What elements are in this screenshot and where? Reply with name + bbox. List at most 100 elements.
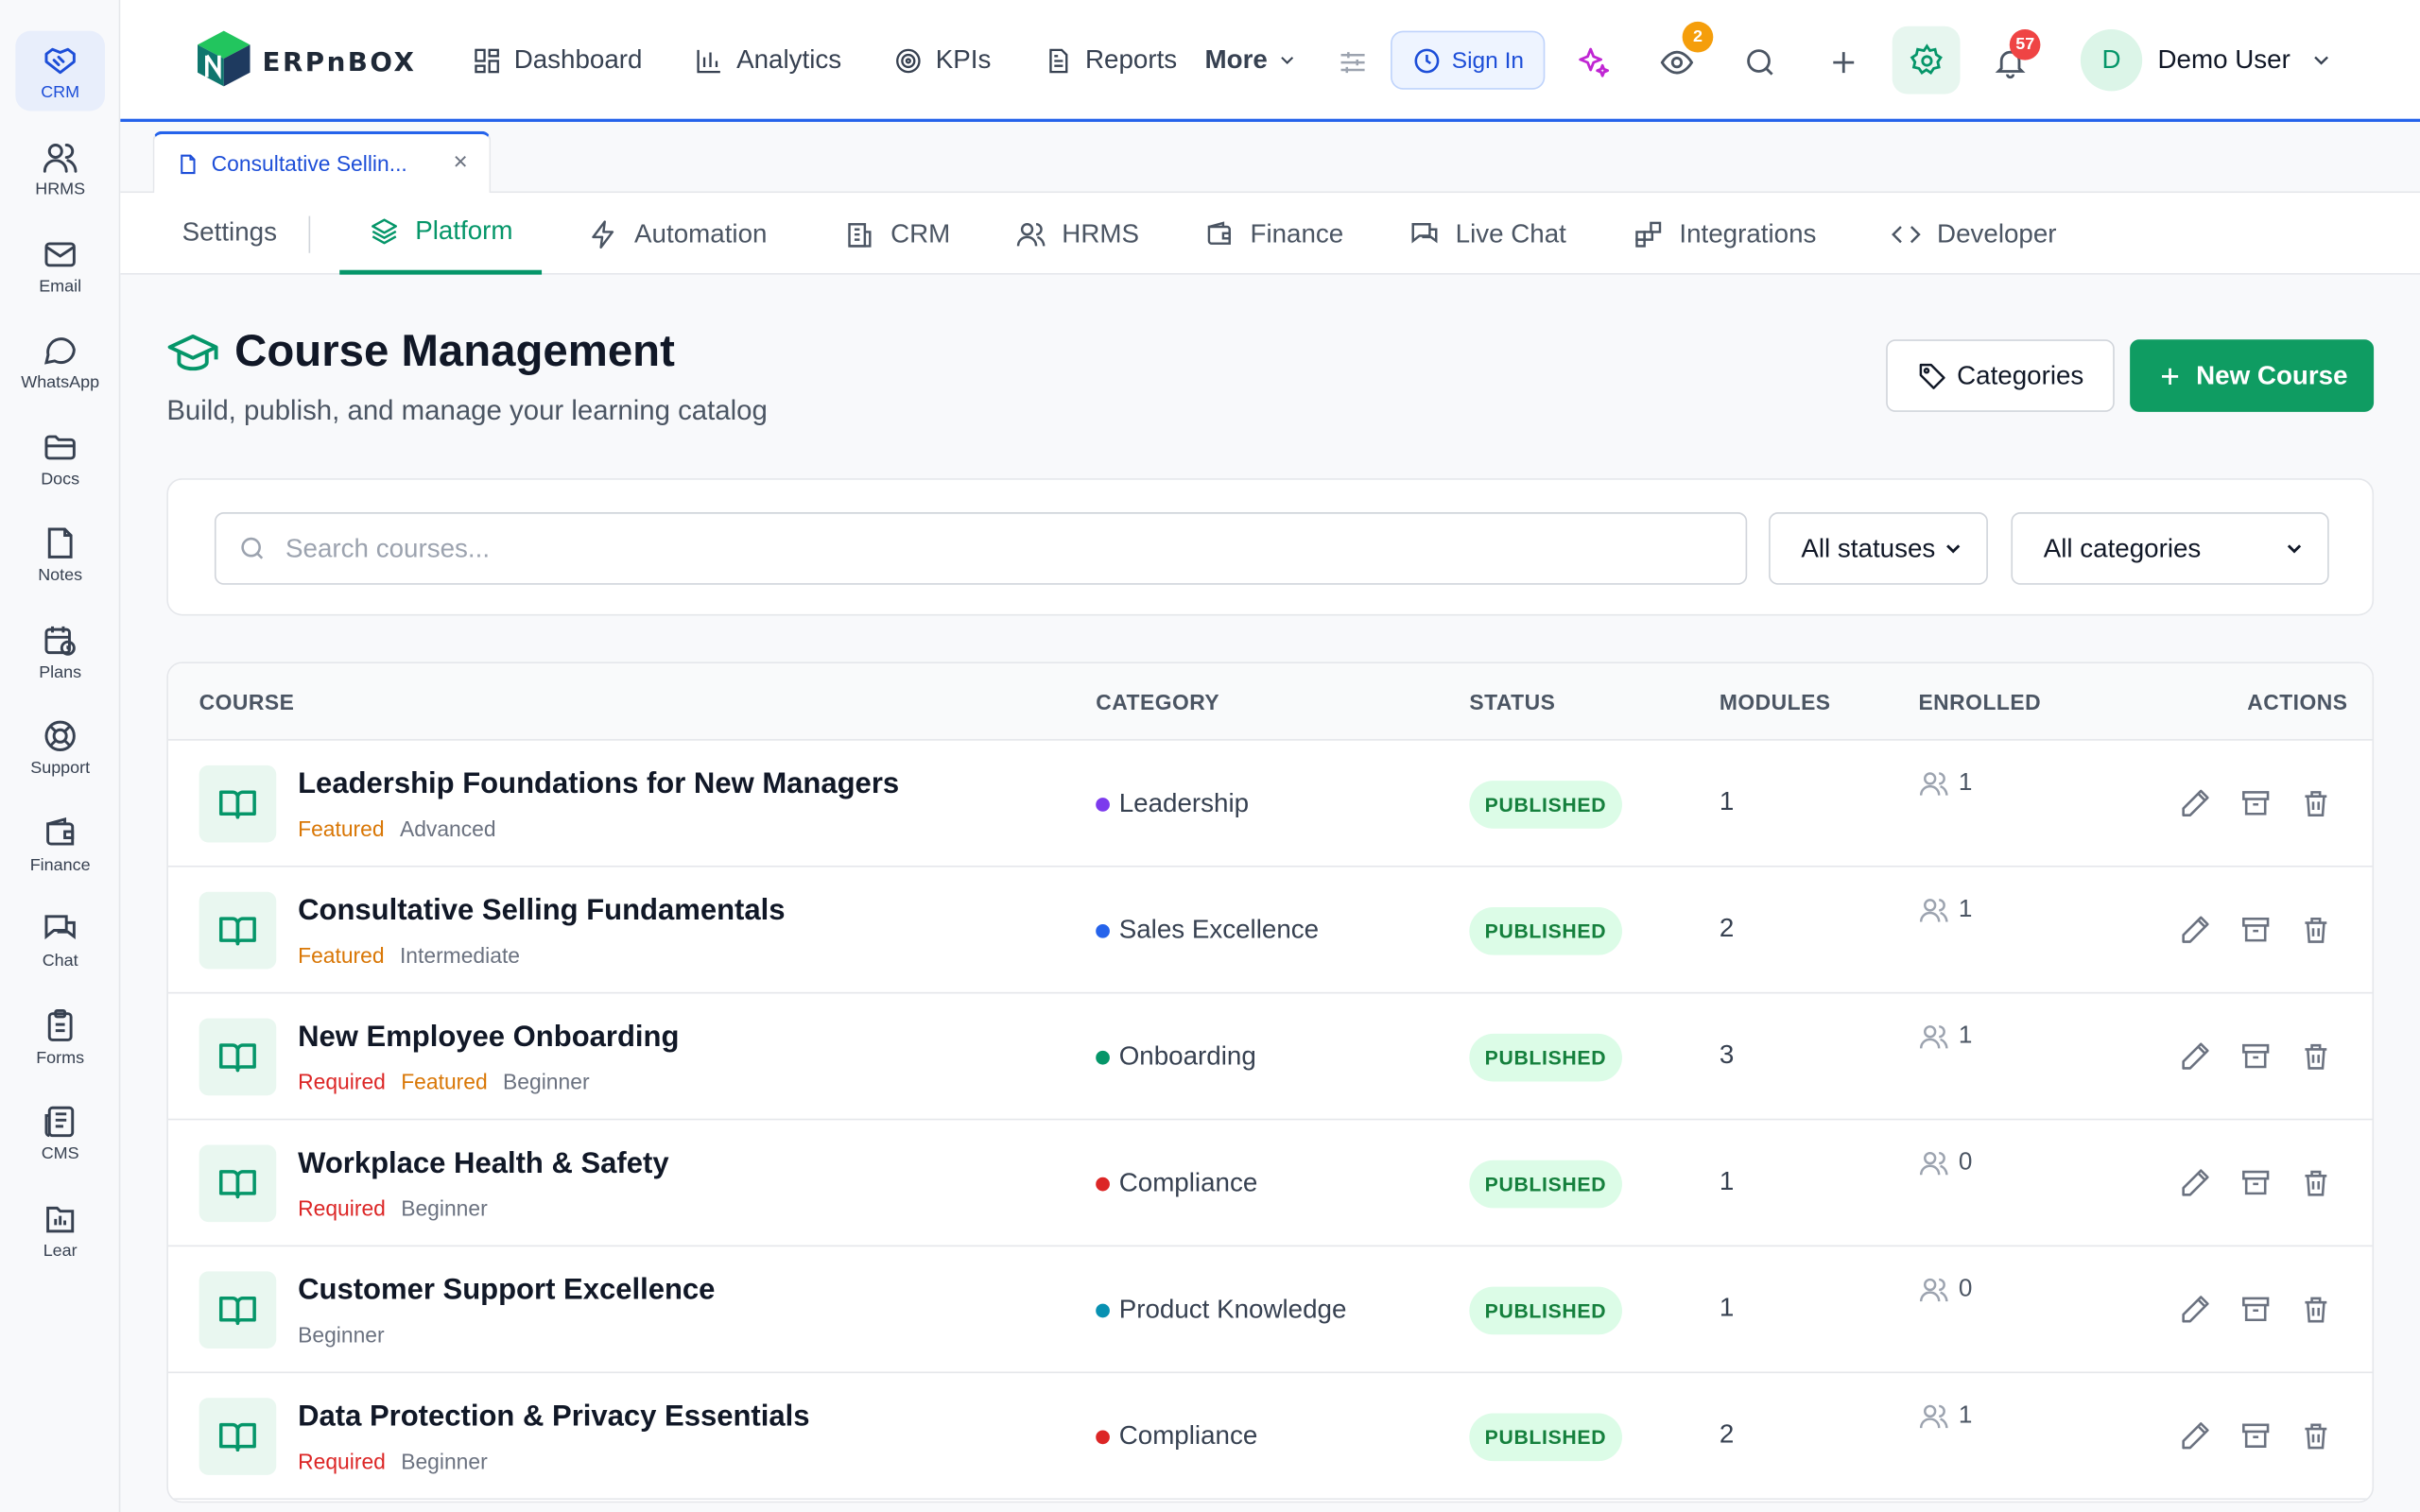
rail-item-notes[interactable]: Notes (15, 514, 105, 594)
edit-button[interactable] (2179, 1040, 2213, 1074)
settings-button[interactable] (1892, 26, 1961, 94)
status-filter-select[interactable]: All statuses (1769, 512, 1988, 585)
course-title[interactable]: Leadership Foundations for New Managers (298, 768, 899, 802)
edit-button[interactable] (2179, 914, 2213, 948)
sign-in-button[interactable]: Sign In (1391, 30, 1546, 90)
create-button[interactable] (1812, 31, 1874, 93)
watch-button[interactable]: 2 (1645, 21, 1714, 93)
search-box[interactable] (214, 512, 1748, 585)
search-icon (1746, 48, 1772, 75)
delete-button[interactable] (2300, 1293, 2334, 1327)
tab-crm[interactable]: CRM (844, 193, 950, 275)
column-header-enrolled[interactable]: ENROLLED (1918, 690, 2041, 714)
table-row[interactable]: Consultative Selling Fundamentals Feature… (167, 868, 2373, 994)
category-filter-select[interactable]: All categories (2011, 512, 2329, 585)
rail-item-plans[interactable]: Plans (15, 611, 105, 692)
column-header-status[interactable]: STATUS (1469, 690, 1555, 714)
tab-developer[interactable]: Developer (1891, 193, 2057, 275)
course-thumbnail (199, 1018, 277, 1096)
search-input[interactable] (285, 533, 1675, 564)
tab-live-chat[interactable]: Live Chat (1409, 193, 1566, 275)
chevron-down-icon (1281, 57, 1294, 65)
rail-item-hrms[interactable]: HRMS (15, 129, 105, 209)
delete-button[interactable] (2300, 1419, 2334, 1453)
course-tag-level: Beginner (298, 1322, 385, 1348)
delete-button[interactable] (2300, 914, 2334, 948)
nav-kpis[interactable]: KPIs (894, 44, 991, 76)
tab-finance[interactable]: Finance (1204, 193, 1343, 275)
table-header: COURSE CATEGORY STATUS MODULES ENROLLED … (167, 663, 2373, 741)
course-title[interactable]: Consultative Selling Fundamentals (298, 895, 785, 929)
doc-tab-consultative-selling[interactable]: Consultative Sellin... × (152, 130, 492, 194)
archive-button[interactable] (2239, 1419, 2273, 1453)
edit-button[interactable] (2179, 1293, 2213, 1327)
archive-icon (2242, 1043, 2270, 1069)
nav-reports[interactable]: Reports (1044, 44, 1177, 76)
close-icon[interactable]: × (453, 149, 467, 177)
edit-button[interactable] (2179, 1166, 2213, 1200)
table-row[interactable]: New Employee Onboarding Required Featured B… (167, 993, 2373, 1121)
table-row[interactable]: Data Protection & Privacy Essentials Requ… (167, 1373, 2373, 1500)
tab-integrations[interactable]: Integrations (1633, 193, 1816, 275)
customize-nav-button[interactable] (1322, 31, 1383, 93)
edit-button[interactable] (2179, 1419, 2213, 1453)
delete-button[interactable] (2300, 1166, 2334, 1200)
delete-button[interactable] (2300, 787, 2334, 821)
grid-icon (475, 47, 499, 73)
rail-item-whatsapp[interactable]: WhatsApp (15, 321, 105, 402)
users-icon (1919, 1404, 1948, 1429)
column-header-modules[interactable]: MODULES (1720, 690, 1831, 714)
nav-more-dropdown[interactable]: More (1205, 44, 1299, 76)
categories-button-label: Categories (1957, 360, 2084, 390)
table-row[interactable]: Workplace Health & Safety Required Beginne… (167, 1120, 2373, 1247)
nav-analytics[interactable]: Analytics (695, 44, 841, 76)
tab-platform[interactable]: Platform (339, 193, 543, 275)
column-header-category[interactable]: CATEGORY (1096, 690, 1219, 714)
book-open-icon (218, 1043, 256, 1073)
search-button[interactable] (1729, 31, 1790, 93)
edit-button[interactable] (2179, 787, 2213, 821)
logo[interactable]: ERPnBOX (195, 27, 417, 89)
course-title[interactable]: Workplace Health & Safety (298, 1148, 669, 1182)
chevron-down-icon (2287, 544, 2302, 554)
rail-item-email[interactable]: Email (15, 225, 105, 305)
tab-automation[interactable]: Automation (588, 193, 767, 275)
rail-item-forms[interactable]: Forms (15, 997, 105, 1077)
tab-label: Automation (634, 218, 768, 249)
archive-button[interactable] (2239, 1293, 2273, 1327)
rail-item-docs[interactable]: Docs (15, 418, 105, 498)
column-header-course[interactable]: COURSE (199, 690, 295, 714)
new-course-button[interactable]: New Course (2130, 339, 2375, 412)
rail-item-support[interactable]: Support (15, 707, 105, 787)
trash-icon (2305, 1297, 2327, 1323)
modules-count: 2 (1719, 1419, 1735, 1450)
puzzle-grid-icon (1635, 220, 1662, 247)
archive-button[interactable] (2239, 1040, 2273, 1074)
course-title[interactable]: New Employee Onboarding (298, 1022, 679, 1056)
tab-label: Platform (415, 215, 513, 246)
rail-item-finance[interactable]: Finance (15, 804, 105, 885)
notifications-button[interactable]: 57 (1979, 29, 2041, 93)
archive-button[interactable] (2239, 787, 2273, 821)
ai-assistant-button[interactable] (1562, 31, 1623, 93)
sliders-icon (1340, 51, 1364, 73)
code-icon (1892, 225, 1921, 243)
course-title[interactable]: Customer Support Excellence (298, 1275, 715, 1309)
modules-count: 3 (1719, 1040, 1735, 1070)
table-row[interactable]: Customer Support Excellence Beginner Produ… (167, 1246, 2373, 1374)
delete-button[interactable] (2300, 1040, 2334, 1074)
table-row[interactable]: Leadership Foundations for New Managers F… (167, 741, 2373, 868)
rail-item-learning[interactable]: Lear (15, 1190, 105, 1270)
rail-item-cms[interactable]: CMS (15, 1092, 105, 1173)
nav-dashboard[interactable]: Dashboard (473, 44, 642, 76)
rail-item-chat[interactable]: Chat (15, 900, 105, 980)
tab-hrms[interactable]: HRMS (1015, 193, 1139, 275)
categories-button[interactable]: Categories (1886, 339, 2115, 412)
archive-button[interactable] (2239, 914, 2273, 948)
status-badge: PUBLISHED (1469, 781, 1622, 829)
archive-button[interactable] (2239, 1166, 2273, 1200)
settings-label[interactable]: Settings (182, 217, 277, 249)
user-menu[interactable]: D Demo User (2080, 29, 2334, 92)
rail-item-crm[interactable]: CRM (15, 30, 106, 112)
course-title[interactable]: Data Protection & Privacy Essentials (298, 1400, 809, 1435)
